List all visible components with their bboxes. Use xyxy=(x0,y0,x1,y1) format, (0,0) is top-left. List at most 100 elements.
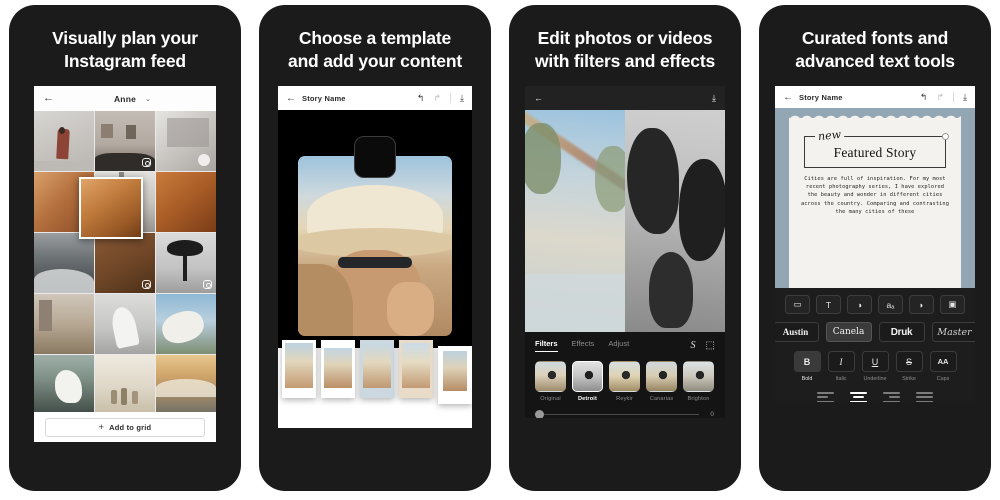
add-to-grid-label: Add to grid xyxy=(109,422,152,432)
tab-effects[interactable]: Effects xyxy=(572,339,595,352)
style-label: Underline xyxy=(863,376,887,382)
dragging-grid-cell[interactable] xyxy=(79,177,143,239)
slider-knob[interactable] xyxy=(535,409,544,418)
filter-item[interactable]: Original xyxy=(535,361,566,402)
instagram-badge-icon xyxy=(142,280,151,289)
back-icon[interactable]: ← xyxy=(43,93,54,104)
filter-item[interactable]: Detroit xyxy=(572,361,603,402)
style-label: Bold xyxy=(801,376,813,382)
text-icon[interactable]: T xyxy=(816,295,841,314)
add-to-grid-bar: + Add to grid xyxy=(34,412,216,442)
style-underline[interactable]: U Underline xyxy=(861,351,889,382)
filter-intensity-slider[interactable]: 0 xyxy=(525,402,725,418)
crop-icon[interactable]: ⬚ xyxy=(706,340,715,351)
font-size-icon[interactable]: aₐ xyxy=(878,295,903,314)
bold-icon: B xyxy=(793,351,821,372)
text-canvas[interactable]: new Featured Story Cities are full of in… xyxy=(775,108,975,288)
grid-cell[interactable] xyxy=(156,111,216,171)
undo-icon[interactable]: ↰ xyxy=(920,92,928,102)
device-frame-1: Visually plan your Instagram feed ← Anne… xyxy=(9,5,241,491)
download-icon[interactable]: ⤓ xyxy=(712,93,716,103)
magic-wand-icon[interactable]: S xyxy=(691,340,696,351)
template-thumbnail[interactable] xyxy=(360,340,394,398)
template-thumbnail[interactable] xyxy=(399,340,433,398)
template-thumbnail[interactable] xyxy=(438,346,472,404)
card-body-text[interactable]: Cities are full of inspiration. For my m… xyxy=(800,175,950,216)
text-style-row: B Bold I Italic U Underline S Strike AA … xyxy=(793,351,957,382)
download-icon[interactable]: ⤓ xyxy=(963,92,967,102)
align-left-icon[interactable] xyxy=(817,392,834,403)
before-after-preview[interactable] xyxy=(525,110,725,332)
text-tool-panel: ▭ T ◑ aₐ ◗ ▣ Austin Canela Druk Master B… xyxy=(775,288,975,403)
profile-name-label[interactable]: Anne xyxy=(34,94,216,104)
instagram-badge-icon xyxy=(142,158,151,167)
tab-filters[interactable]: Filters xyxy=(535,339,558,353)
template-thumbnail[interactable] xyxy=(321,340,355,398)
feed-grid[interactable] xyxy=(34,111,216,412)
filter-item[interactable]: Reykir xyxy=(609,361,640,402)
undo-icon[interactable]: ↰ xyxy=(417,93,425,103)
back-icon[interactable]: ← xyxy=(783,92,793,103)
story-name-label[interactable]: Story Name xyxy=(799,93,843,102)
font-option-austin[interactable]: Austin xyxy=(775,322,819,342)
style-bold[interactable]: B Bold xyxy=(793,351,821,382)
headline-line: Choose a template xyxy=(298,28,452,48)
redo-icon[interactable]: ↱ xyxy=(936,92,944,102)
font-option-canela[interactable]: Canela xyxy=(825,322,872,342)
grid-cell[interactable] xyxy=(95,294,155,354)
font-option-master[interactable]: Master xyxy=(931,322,975,342)
align-justify-icon[interactable] xyxy=(916,392,933,403)
story-name-label[interactable]: Story Name xyxy=(302,94,346,103)
template-canvas[interactable] xyxy=(278,110,472,348)
headline-line: Curated fonts and xyxy=(801,28,949,48)
text-editor-topbar: ← Story Name ↰ ↱ ⤓ xyxy=(775,86,975,108)
grid-cell[interactable] xyxy=(34,355,94,412)
grid-cell[interactable] xyxy=(34,294,94,354)
grid-cell[interactable] xyxy=(156,355,216,412)
slider-track[interactable] xyxy=(535,409,699,418)
grid-cell[interactable] xyxy=(156,233,216,293)
title-text-box[interactable]: new Featured Story xyxy=(804,127,949,168)
redo-icon[interactable]: ↱ xyxy=(433,93,441,103)
filter-swatch xyxy=(535,361,566,392)
filter-tools: Filters Effects Adjust S ⬚ Original Detr… xyxy=(525,332,725,418)
grid-cell[interactable] xyxy=(156,294,216,354)
caps-icon: AA xyxy=(929,351,957,372)
filter-swatch xyxy=(609,361,640,392)
headline-line: with filters and effects xyxy=(535,51,715,71)
filter-swatch xyxy=(646,361,677,392)
tab-adjust[interactable]: Adjust xyxy=(608,339,629,352)
image-icon[interactable]: ▣ xyxy=(940,295,965,314)
grid-cell[interactable] xyxy=(34,111,94,171)
grid-cell[interactable] xyxy=(95,233,155,293)
filter-item[interactable]: Brighton xyxy=(683,361,714,402)
grid-topbar: ← Anne ⌄ xyxy=(34,86,216,111)
keyboard-icon[interactable]: ▭ xyxy=(785,295,810,314)
grid-cell[interactable] xyxy=(156,172,216,232)
filter-list: Original Detroit Reykir Canarias Brighto… xyxy=(525,352,725,402)
chevron-down-icon[interactable]: ⌄ xyxy=(145,95,151,103)
filter-item[interactable]: Canarias xyxy=(646,361,677,402)
align-right-icon[interactable] xyxy=(883,392,900,403)
color-icon[interactable]: ◑ xyxy=(847,295,872,314)
style-strike[interactable]: S Strike xyxy=(895,351,923,382)
device-frame-4: Curated fonts and advanced text tools ← … xyxy=(759,5,991,491)
style-caps[interactable]: AA Caps xyxy=(929,351,957,382)
add-to-grid-button[interactable]: + Add to grid xyxy=(45,417,205,437)
back-icon[interactable]: ← xyxy=(286,93,296,104)
font-option-druk[interactable]: Druk xyxy=(878,322,925,342)
grid-cell[interactable] xyxy=(34,233,94,293)
download-icon[interactable]: ⤓ xyxy=(460,93,464,103)
align-center-icon[interactable] xyxy=(850,392,867,403)
opacity-icon[interactable]: ◗ xyxy=(909,295,934,314)
back-icon[interactable]: ← xyxy=(534,93,543,103)
grid-cell[interactable] xyxy=(95,355,155,412)
resize-handle[interactable] xyxy=(942,133,949,140)
template-thumbnail[interactable] xyxy=(282,340,316,398)
grid-cell[interactable] xyxy=(95,111,155,171)
template-photo[interactable] xyxy=(298,156,452,336)
template-placeholder-slot[interactable] xyxy=(354,136,396,178)
style-italic[interactable]: I Italic xyxy=(827,351,855,382)
story-card[interactable]: new Featured Story Cities are full of in… xyxy=(789,113,961,288)
eyebrow-text: new xyxy=(814,127,845,144)
